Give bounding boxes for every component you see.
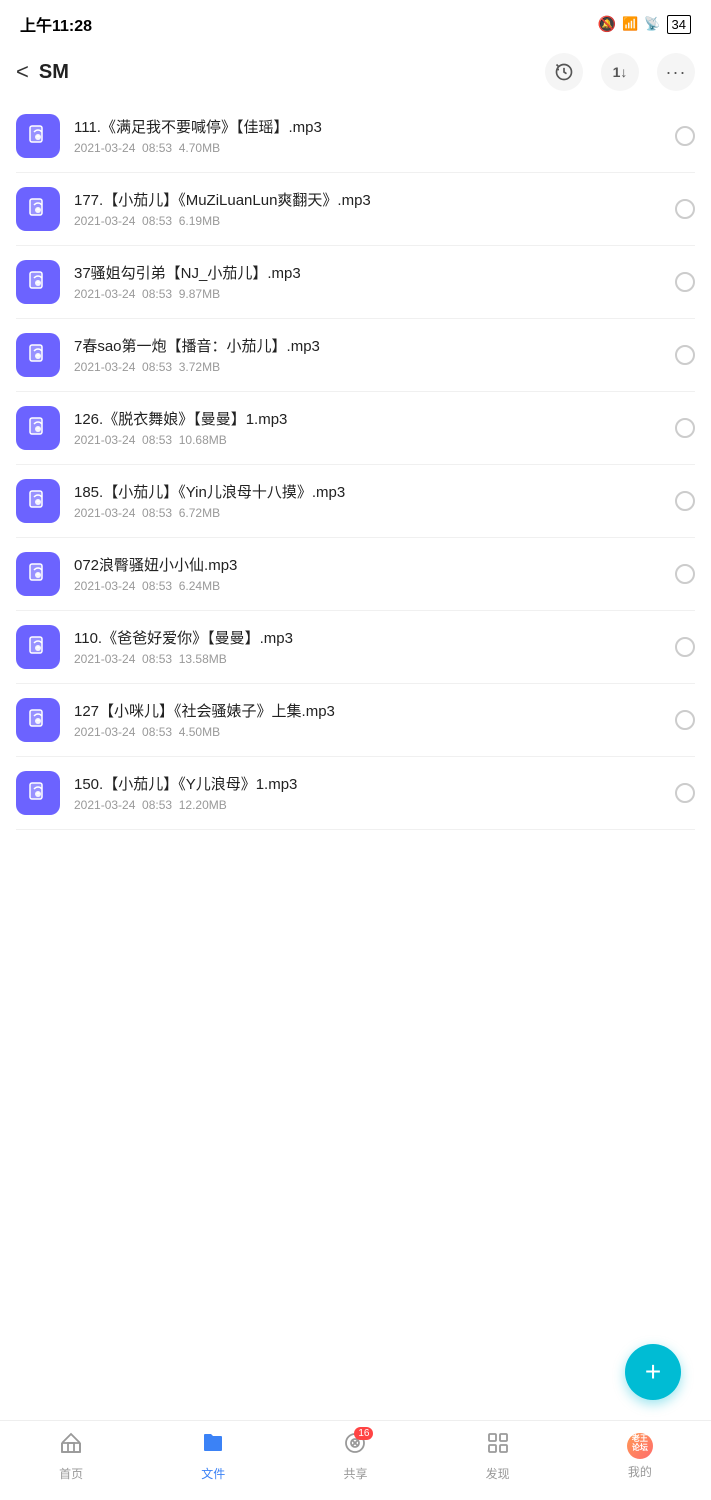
discover-label: 发现	[486, 1465, 510, 1482]
wifi-icon: 📡	[644, 16, 660, 32]
mine-icon: 老王论坛	[627, 1433, 653, 1459]
file-meta: 2021-03-24 08:53 10.68MB	[74, 433, 665, 447]
file-item[interactable]: 185.【小茄儿】《Yin儿浪母十八摸》.mp3 2021-03-24 08:5…	[16, 465, 695, 538]
file-type-icon	[16, 771, 60, 815]
file-select-checkbox[interactable]	[675, 345, 695, 365]
share-badge: 16	[354, 1427, 373, 1440]
file-meta: 2021-03-24 08:53 4.50MB	[74, 725, 665, 739]
file-info: 127【小咪儿】《社会骚婊子》上集.mp3 2021-03-24 08:53 4…	[74, 701, 665, 739]
file-meta: 2021-03-24 08:53 12.20MB	[74, 798, 665, 812]
file-name: 177.【小茄儿】《MuZiLuanLun爽翻天》.mp3	[74, 190, 665, 211]
file-list: 111.《满足我不要喊停》【佳瑶】.mp3 2021-03-24 08:53 4…	[0, 100, 711, 830]
file-select-checkbox[interactable]	[675, 710, 695, 730]
file-info: 185.【小茄儿】《Yin儿浪母十八摸》.mp3 2021-03-24 08:5…	[74, 482, 665, 520]
avatar: 老王论坛	[627, 1433, 653, 1459]
add-fab-button[interactable]: +	[625, 1344, 681, 1400]
file-name: 7春sao第一炮【播音：小茄儿】.mp3	[74, 336, 665, 357]
file-item[interactable]: 37骚姐勾引弟【NJ_小茄儿】.mp3 2021-03-24 08:53 9.8…	[16, 246, 695, 319]
file-item[interactable]: 111.《满足我不要喊停》【佳瑶】.mp3 2021-03-24 08:53 4…	[16, 100, 695, 173]
file-select-checkbox[interactable]	[675, 418, 695, 438]
file-meta: 2021-03-24 08:53 4.70MB	[74, 141, 665, 155]
file-meta: 2021-03-24 08:53 6.24MB	[74, 579, 665, 593]
file-name: 150.【小茄儿】《Y儿浪母》1.mp3	[74, 774, 665, 795]
file-item[interactable]: 127【小咪儿】《社会骚婊子》上集.mp3 2021-03-24 08:53 4…	[16, 684, 695, 757]
file-type-icon	[16, 406, 60, 450]
nav-item-mine[interactable]: 老王论坛 我的	[605, 1433, 675, 1480]
file-name: 072浪臀骚妞小小仙.mp3	[74, 555, 665, 576]
status-icons: 🔕 📶 📡 34	[597, 15, 691, 34]
file-meta: 2021-03-24 08:53 3.72MB	[74, 360, 665, 374]
file-item[interactable]: 177.【小茄儿】《MuZiLuanLun爽翻天》.mp3 2021-03-24…	[16, 173, 695, 246]
nav-item-files[interactable]: 文件	[178, 1431, 248, 1482]
file-name: 110.《爸爸好爱你》【曼曼】.mp3	[74, 628, 665, 649]
mute-icon: 🔕	[597, 15, 616, 33]
file-info: 177.【小茄儿】《MuZiLuanLun爽翻天》.mp3 2021-03-24…	[74, 190, 665, 228]
share-label: 共享	[343, 1465, 367, 1482]
home-icon	[59, 1431, 83, 1461]
file-info: 150.【小茄儿】《Y儿浪母》1.mp3 2021-03-24 08:53 12…	[74, 774, 665, 812]
file-select-checkbox[interactable]	[675, 126, 695, 146]
file-type-icon	[16, 552, 60, 596]
history-button[interactable]	[545, 53, 583, 91]
file-meta: 2021-03-24 08:53 6.72MB	[74, 506, 665, 520]
file-select-checkbox[interactable]	[675, 783, 695, 803]
file-info: 126.《脱衣舞娘》【曼曼】1.mp3 2021-03-24 08:53 10.…	[74, 409, 665, 447]
file-meta: 2021-03-24 08:53 13.58MB	[74, 652, 665, 666]
file-type-icon	[16, 333, 60, 377]
file-info: 111.《满足我不要喊停》【佳瑶】.mp3 2021-03-24 08:53 4…	[74, 117, 665, 155]
file-type-icon	[16, 187, 60, 231]
mine-label: 我的	[628, 1463, 652, 1480]
file-item[interactable]: 7春sao第一炮【播音：小茄儿】.mp3 2021-03-24 08:53 3.…	[16, 319, 695, 392]
bottom-nav: 首页 文件 16 共享	[0, 1420, 711, 1500]
status-time: 上午11:28	[20, 12, 92, 36]
file-select-checkbox[interactable]	[675, 272, 695, 292]
file-item[interactable]: 110.《爸爸好爱你》【曼曼】.mp3 2021-03-24 08:53 13.…	[16, 611, 695, 684]
nav-item-home[interactable]: 首页	[36, 1431, 106, 1482]
file-select-checkbox[interactable]	[675, 564, 695, 584]
more-button[interactable]: ···	[657, 53, 695, 91]
file-info: 37骚姐勾引弟【NJ_小茄儿】.mp3 2021-03-24 08:53 9.8…	[74, 263, 665, 301]
file-info: 072浪臀骚妞小小仙.mp3 2021-03-24 08:53 6.24MB	[74, 555, 665, 593]
file-type-icon	[16, 114, 60, 158]
file-name: 111.《满足我不要喊停》【佳瑶】.mp3	[74, 117, 665, 138]
file-type-icon	[16, 479, 60, 523]
home-label: 首页	[59, 1465, 83, 1482]
nav-item-share[interactable]: 16 共享	[320, 1431, 390, 1482]
file-info: 110.《爸爸好爱你》【曼曼】.mp3 2021-03-24 08:53 13.…	[74, 628, 665, 666]
file-select-checkbox[interactable]	[675, 199, 695, 219]
status-bar: 上午11:28 🔕 📶 📡 34	[0, 0, 711, 44]
file-name: 185.【小茄儿】《Yin儿浪母十八摸》.mp3	[74, 482, 665, 503]
file-select-checkbox[interactable]	[675, 637, 695, 657]
file-type-icon	[16, 625, 60, 669]
file-meta: 2021-03-24 08:53 6.19MB	[74, 214, 665, 228]
file-type-icon	[16, 260, 60, 304]
file-name: 126.《脱衣舞娘》【曼曼】1.mp3	[74, 409, 665, 430]
file-name: 127【小咪儿】《社会骚婊子》上集.mp3	[74, 701, 665, 722]
add-icon: +	[645, 1358, 661, 1386]
file-item[interactable]: 150.【小茄儿】《Y儿浪母》1.mp3 2021-03-24 08:53 12…	[16, 757, 695, 830]
nav-bar: < SM 1↓ ···	[0, 44, 711, 100]
nav-item-discover[interactable]: 发现	[463, 1431, 533, 1482]
file-info: 7春sao第一炮【播音：小茄儿】.mp3 2021-03-24 08:53 3.…	[74, 336, 665, 374]
file-meta: 2021-03-24 08:53 9.87MB	[74, 287, 665, 301]
signal-icon: 📶	[622, 16, 638, 32]
file-item[interactable]: 126.《脱衣舞娘》【曼曼】1.mp3 2021-03-24 08:53 10.…	[16, 392, 695, 465]
file-name: 37骚姐勾引弟【NJ_小茄儿】.mp3	[74, 263, 665, 284]
nav-actions: 1↓ ···	[545, 53, 695, 91]
file-select-checkbox[interactable]	[675, 491, 695, 511]
file-item[interactable]: 072浪臀骚妞小小仙.mp3 2021-03-24 08:53 6.24MB	[16, 538, 695, 611]
files-label: 文件	[201, 1465, 225, 1482]
file-type-icon	[16, 698, 60, 742]
share-icon: 16	[343, 1431, 367, 1461]
sort-button[interactable]: 1↓	[601, 53, 639, 91]
discover-icon	[486, 1431, 510, 1461]
back-button[interactable]: <	[16, 59, 29, 85]
battery-indicator: 34	[667, 15, 691, 34]
files-icon	[201, 1431, 225, 1461]
page-title: SM	[39, 61, 545, 84]
